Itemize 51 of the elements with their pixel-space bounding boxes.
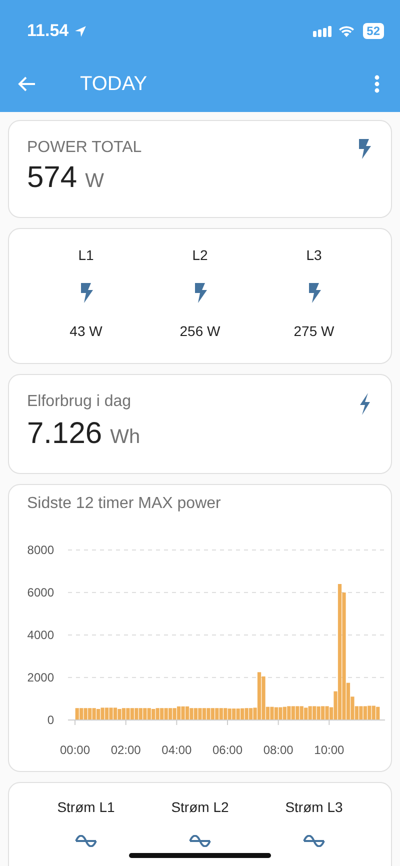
- sine-wave-icon: [303, 835, 325, 847]
- x-axis-label: 06:00: [212, 743, 243, 757]
- y-axis-label: 4000: [27, 628, 54, 642]
- sensor-value: 574: [27, 161, 78, 195]
- x-axis-label: 10:00: [314, 743, 344, 757]
- lightning-bolt-icon: [358, 139, 371, 159]
- sensor-unit: W: [85, 170, 104, 193]
- phase-label: L1: [78, 247, 94, 263]
- phase-value: 43 W: [70, 323, 102, 339]
- phase-value: 256 W: [180, 323, 220, 339]
- phase-entity[interactable]: L1 43 W: [36, 247, 136, 339]
- card-title: POWER TOTAL: [27, 139, 142, 157]
- current-label: Strøm L3: [285, 799, 343, 815]
- energy-today-card[interactable]: Elforbrug i dag 7.126 Wh: [8, 374, 392, 474]
- y-axis-label: 2000: [27, 670, 54, 684]
- phase-value: 275 W: [294, 323, 334, 339]
- battery-level: 52: [362, 23, 384, 39]
- lightning-bolt-icon: [80, 283, 92, 303]
- location-arrow-icon: [74, 24, 87, 38]
- y-axis-label: 8000: [27, 543, 54, 557]
- x-axis-label: 04:00: [162, 743, 192, 757]
- page-title: TODAY: [80, 72, 148, 96]
- sensor-unit: Wh: [110, 426, 140, 449]
- current-label: Strøm L2: [171, 799, 229, 815]
- back-arrow-icon: [18, 76, 36, 92]
- more-options-icon: [374, 75, 380, 93]
- x-axis-label: 02:00: [110, 743, 141, 757]
- y-axis-label: 0: [47, 713, 54, 727]
- phase-label: L3: [306, 247, 322, 263]
- card-title: Elforbrug i dag: [27, 393, 132, 411]
- chart-title: Sidste 12 timer MAX power: [27, 495, 222, 513]
- x-axis-label: 00:00: [60, 743, 90, 757]
- current-entity[interactable]: Strøm L1: [36, 799, 136, 847]
- lightning-bolt-icon: [308, 283, 320, 303]
- lightning-bolt-icon: [359, 393, 371, 415]
- phase-entity[interactable]: L2 256 W: [150, 247, 250, 339]
- phase-entity[interactable]: L3 275 W: [264, 247, 364, 339]
- sensor-value: 7.126: [27, 417, 102, 451]
- sine-wave-icon: [75, 835, 97, 847]
- current-entity[interactable]: Strøm L3: [264, 799, 364, 847]
- status-time: 11.54: [27, 21, 69, 41]
- power-total-card[interactable]: POWER TOTAL 574 W: [8, 120, 392, 218]
- wifi-icon: [338, 25, 355, 37]
- current-entity[interactable]: Strøm L2: [150, 799, 250, 847]
- y-axis-label: 6000: [27, 586, 54, 600]
- sine-wave-icon: [189, 835, 211, 847]
- signal-icon: [312, 26, 333, 36]
- phase-label: L2: [192, 247, 208, 263]
- lightning-bolt-icon: [194, 283, 206, 303]
- current-label: Strøm L1: [57, 799, 115, 815]
- x-axis-label: 08:00: [263, 743, 294, 757]
